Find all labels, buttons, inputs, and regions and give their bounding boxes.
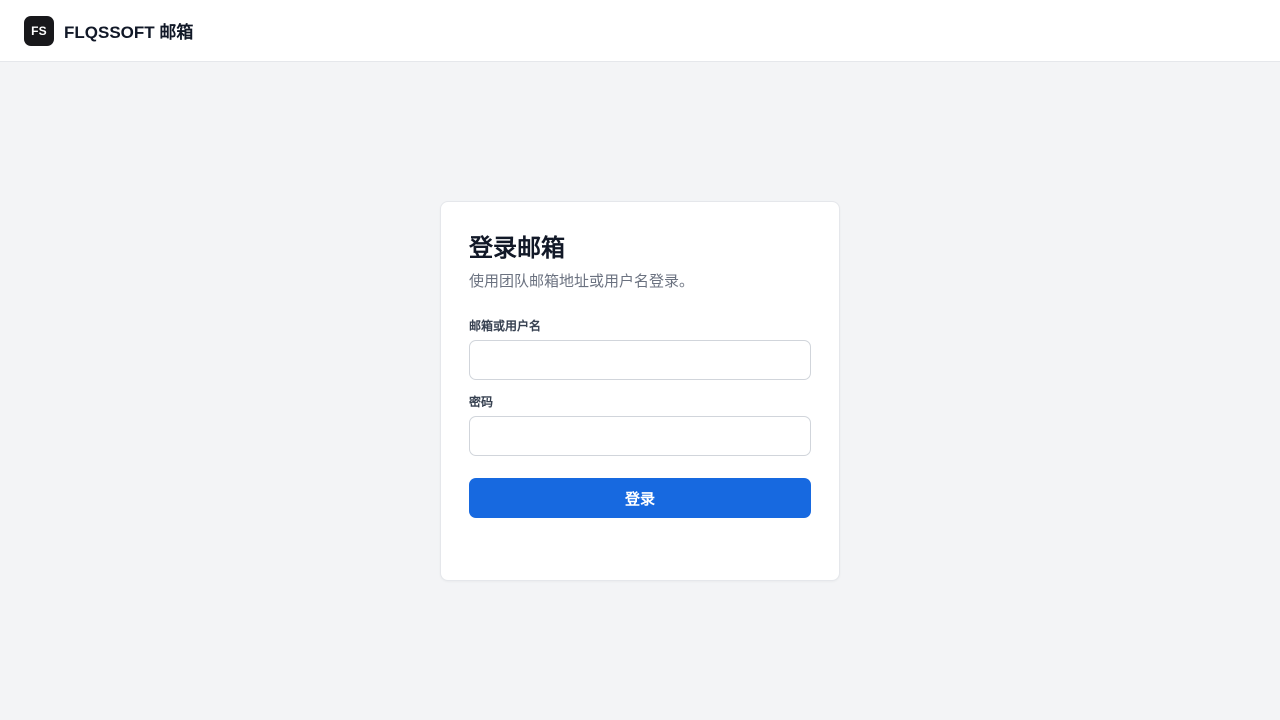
username-input[interactable] — [469, 340, 811, 380]
top-navbar: FS FLQSSOFT 邮箱 — [0, 0, 1280, 62]
login-subtitle: 使用团队邮箱地址或用户名登录。 — [469, 273, 695, 290]
brand-name: FLQSSOFT 邮箱 — [64, 23, 194, 42]
password-label: 密码 — [469, 395, 494, 409]
login-title: 登录邮箱 — [469, 235, 565, 262]
login-button[interactable]: 登录 — [469, 478, 811, 518]
password-input[interactable] — [469, 416, 811, 456]
login-card: 登录邮箱 使用团队邮箱地址或用户名登录。 邮箱或用户名 密码 登录 — [440, 201, 840, 581]
brand-logo-text: FS — [31, 23, 47, 38]
brand-logo: FS — [24, 15, 54, 46]
username-label: 邮箱或用户名 — [469, 319, 542, 333]
